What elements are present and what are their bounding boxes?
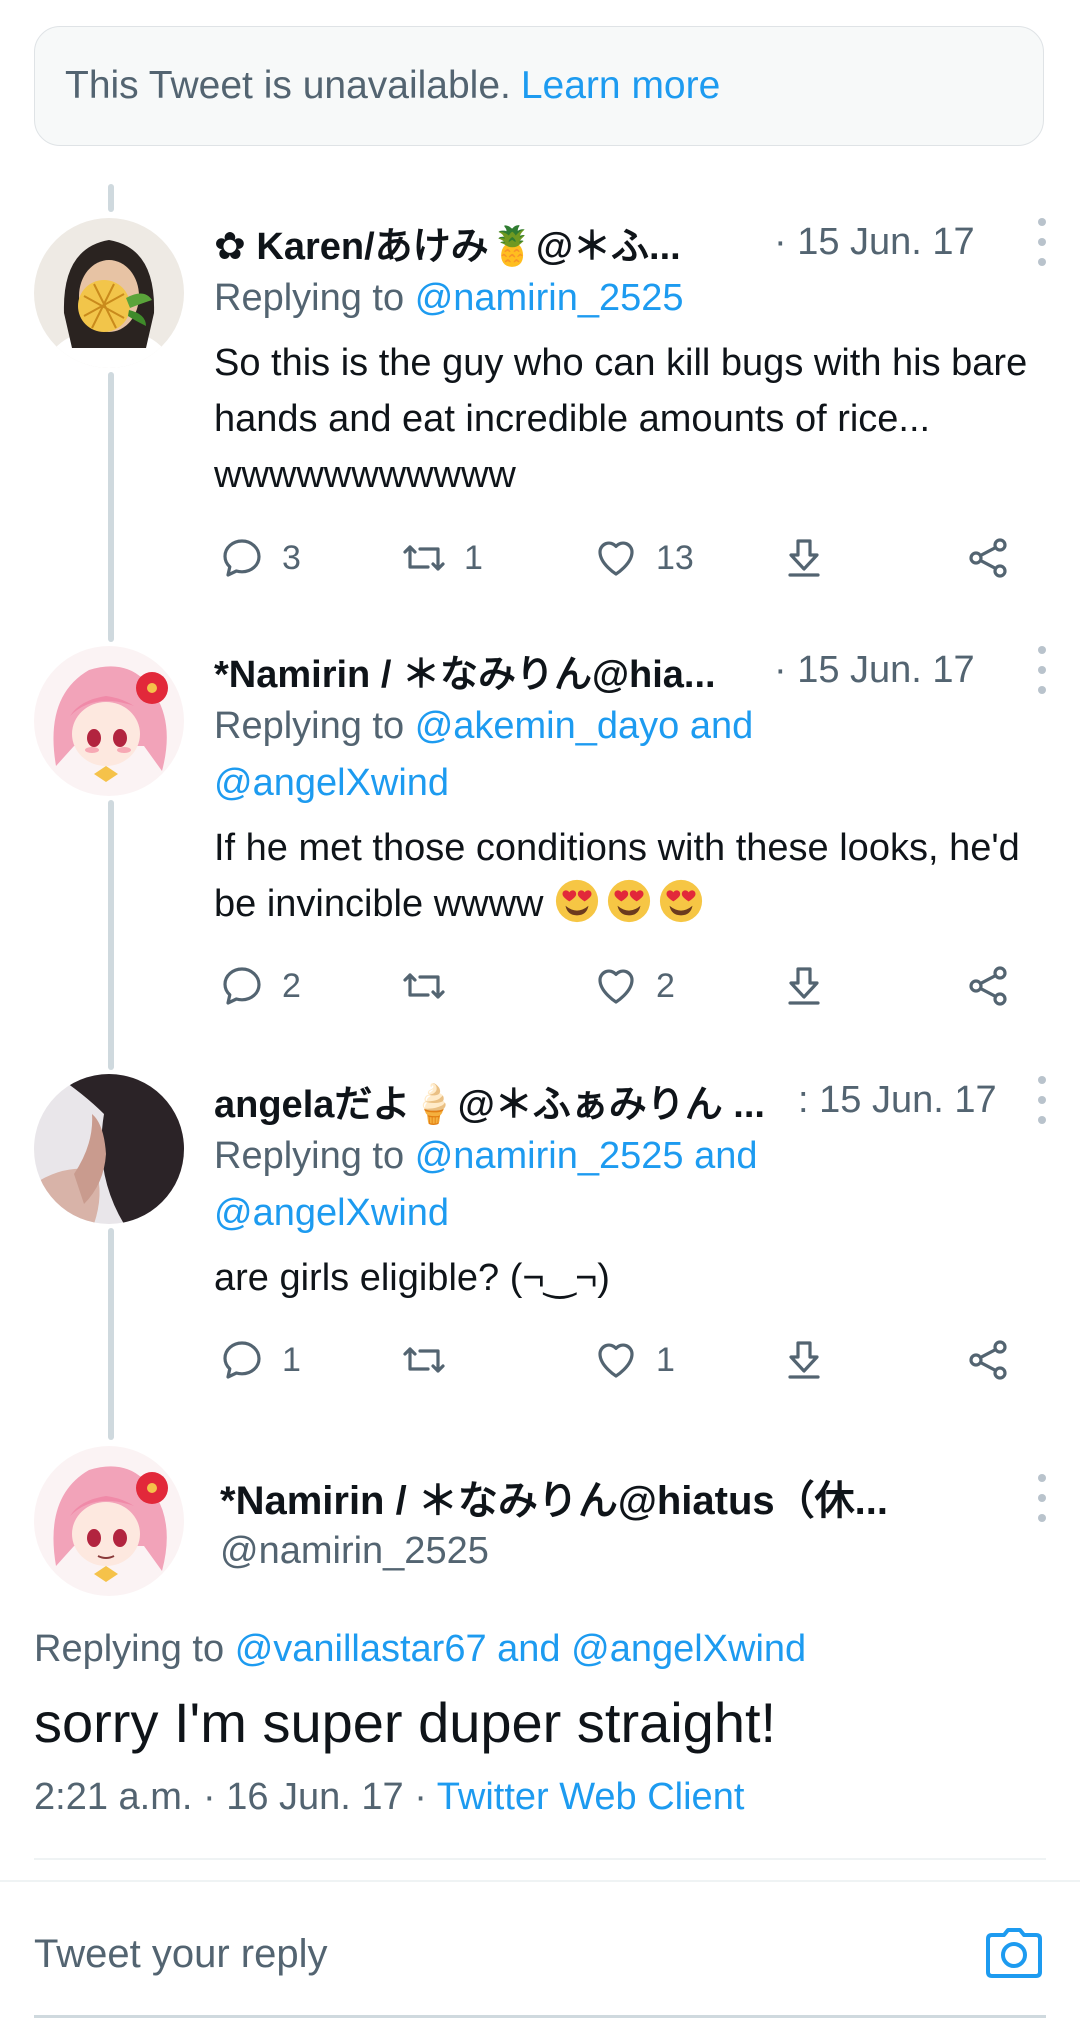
like-count: 13	[656, 538, 694, 577]
avatar[interactable]	[34, 1074, 184, 1224]
main-display-name[interactable]: *Namirin / ＊なみりん@hiatus（休...	[220, 1468, 888, 1526]
unavailable-notice: This Tweet is unavailable. Learn more	[34, 26, 1044, 146]
retweet-icon	[403, 1347, 445, 1373]
tweet-text: So this is the guy who can kill bugs wit…	[214, 342, 1028, 496]
reply-composer[interactable]: Tweet your reply	[0, 1880, 1080, 2022]
download-icon	[788, 967, 820, 1005]
reply-button[interactable]: 1	[218, 1330, 301, 1390]
display-name[interactable]: *Namirin / ＊なみりん@hia...	[214, 643, 716, 698]
thread-line	[108, 1228, 114, 1440]
tweet-date[interactable]: : 15 Jun. 17	[798, 1079, 997, 1122]
like-button[interactable]: 13	[592, 528, 694, 588]
camera-icon[interactable]	[986, 1928, 1042, 1978]
tweet-text: are girls eligible? (¬‿¬)	[214, 1257, 610, 1299]
tweet-actions: 2 2	[214, 956, 1034, 1016]
thread-line	[108, 800, 114, 1070]
like-count: 1	[656, 1340, 675, 1379]
main-tweet-text: sorry I'm super duper straight!	[34, 1691, 777, 1754]
replying-to: Replying to @namirin_2525	[214, 270, 1054, 327]
main-tweet-meta: 2:21 a.m. · 16 Jun. 17 · Twitter Web Cli…	[34, 1776, 744, 1819]
more-options-icon[interactable]	[1030, 218, 1054, 266]
learn-more-link[interactable]: Learn more	[521, 64, 720, 108]
divider	[34, 1858, 1046, 1860]
divider	[34, 2015, 1046, 2018]
thread-line	[108, 184, 114, 212]
tweet-actions: 3 1 13	[214, 528, 1034, 588]
replying-to-handles[interactable]: @namirin_2525	[415, 277, 684, 319]
client-link[interactable]: Twitter Web Client	[437, 1776, 745, 1818]
retweet-icon	[403, 545, 445, 571]
reply-icon	[223, 539, 261, 577]
timestamp[interactable]: 2:21 a.m. · 16 Jun. 17 ·	[34, 1776, 427, 1818]
like-count: 2	[656, 966, 675, 1005]
retweet-button[interactable]	[400, 956, 464, 1016]
avatar[interactable]	[34, 1446, 184, 1596]
save-button[interactable]	[780, 1330, 828, 1390]
avatar[interactable]	[34, 218, 184, 368]
replying-to: Replying to @namirin_2525 and @angelXwin…	[214, 1128, 834, 1242]
display-name[interactable]: angelaだよ🍦@＊ふぁみりん ...	[214, 1073, 765, 1128]
reply-count: 1	[282, 1340, 301, 1379]
avatar[interactable]	[34, 646, 184, 796]
reply-tweet[interactable]: *Namirin / ＊なみりん@hia... · 15 Jun. 17 Rep…	[214, 642, 1054, 932]
share-icon	[969, 538, 1007, 578]
save-button[interactable]	[780, 956, 828, 1016]
reply-icon	[223, 967, 261, 1005]
more-options-icon[interactable]	[1030, 646, 1054, 694]
share-button[interactable]	[964, 956, 1012, 1016]
reply-tweet[interactable]: angelaだよ🍦@＊ふぁみりん ... : 15 Jun. 17 Replyi…	[214, 1072, 1054, 1306]
save-button[interactable]	[780, 528, 828, 588]
heart-icon	[598, 969, 634, 1004]
replying-to-label: Replying to	[34, 1628, 225, 1670]
reply-input[interactable]: Tweet your reply	[34, 1932, 327, 1977]
reply-count: 2	[282, 966, 301, 1005]
heart-eyes-emoji-icon	[606, 878, 652, 924]
retweet-count: 1	[464, 538, 483, 577]
reply-button[interactable]: 3	[218, 528, 301, 588]
heart-icon	[598, 541, 634, 576]
heart-eyes-emoji-icon	[658, 878, 704, 924]
unavailable-text: This Tweet is unavailable.	[65, 64, 511, 107]
tweet-date[interactable]: · 15 Jun. 17	[774, 649, 975, 692]
reply-tweet[interactable]: ✿ Karen/あけみ🍍@＊ふ... · 15 Jun. 17 Replying…	[214, 214, 1054, 503]
more-options-icon[interactable]	[1030, 1076, 1054, 1124]
retweet-icon	[403, 973, 445, 999]
retweet-button[interactable]	[400, 1330, 464, 1390]
reply-icon	[223, 1341, 261, 1379]
heart-icon	[598, 1343, 634, 1378]
more-options-icon[interactable]	[1030, 1474, 1054, 1522]
tweet-text: If he met those conditions with these lo…	[214, 820, 1054, 932]
share-icon	[969, 1340, 1007, 1380]
like-button[interactable]: 2	[592, 956, 675, 1016]
download-icon	[788, 539, 820, 577]
display-name[interactable]: ✿ Karen/あけみ🍍@＊ふ...	[214, 215, 681, 270]
main-handle[interactable]: @namirin_2525	[220, 1530, 489, 1573]
tweet-date[interactable]: · 15 Jun. 17	[774, 221, 975, 264]
replying-to-label: Replying to	[214, 277, 405, 319]
thread-line	[108, 372, 114, 642]
download-icon	[788, 1341, 820, 1379]
replying-to-label: Replying to	[214, 705, 405, 747]
share-icon	[969, 966, 1007, 1006]
main-replying-to: Replying to @vanillastar67 and @angelXwi…	[34, 1628, 806, 1671]
share-button[interactable]	[964, 1330, 1012, 1390]
reply-button[interactable]: 2	[218, 956, 301, 1016]
replying-to: Replying to @akemin_dayo and @angelXwind	[214, 698, 814, 812]
share-button[interactable]	[964, 528, 1012, 588]
heart-eyes-emoji-icon	[554, 878, 600, 924]
tweet-actions: 1 1	[214, 1330, 1034, 1390]
reply-count: 3	[282, 538, 301, 577]
like-button[interactable]: 1	[592, 1330, 675, 1390]
retweet-button[interactable]: 1	[400, 528, 483, 588]
replying-to-label: Replying to	[214, 1135, 405, 1177]
replying-to-handles[interactable]: @vanillastar67 and @angelXwind	[235, 1628, 806, 1670]
